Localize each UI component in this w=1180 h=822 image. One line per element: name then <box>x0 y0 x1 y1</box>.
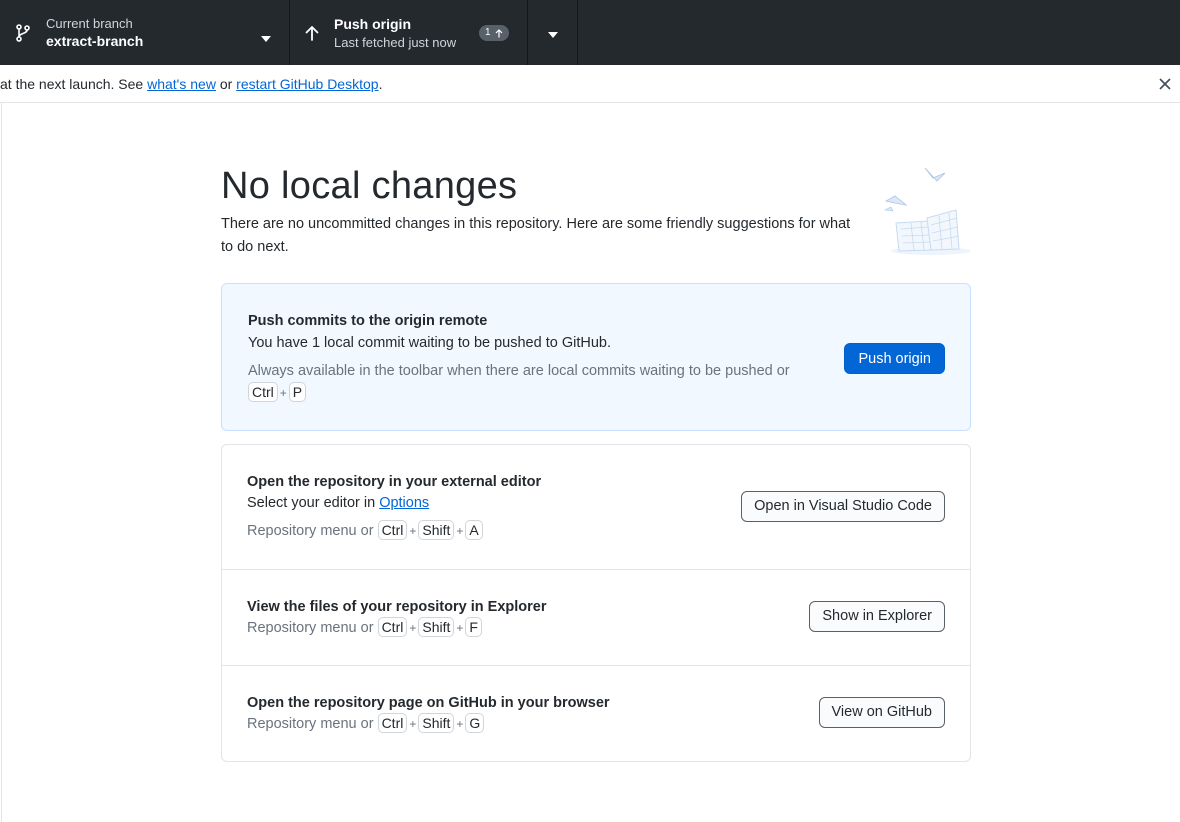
key-plus: + <box>456 524 464 538</box>
list-item: Open the repository in your external edi… <box>222 445 970 570</box>
open-in-editor-button[interactable]: Open in Visual Studio Code <box>741 491 945 522</box>
banner-prefix: at the next launch. See <box>0 75 148 92</box>
action-hint: Repository menu or Ctrl + Shift + A <box>247 520 541 542</box>
page-title: No local changes <box>221 165 518 207</box>
action-title: View the files of your repository in Exp… <box>247 599 547 615</box>
shortcut-key: Ctrl <box>377 713 408 733</box>
show-in-explorer-button[interactable]: Show in Explorer <box>809 601 945 632</box>
close-icon[interactable] <box>1156 75 1174 93</box>
update-banner: at the next launch. See what's new or re… <box>0 65 1180 103</box>
shortcut-key: Ctrl <box>248 382 278 402</box>
badge-count: 1 <box>485 27 491 38</box>
list-item: View the files of your repository in Exp… <box>222 570 970 666</box>
push-title: Push origin <box>334 15 411 32</box>
action-hint-text: Repository menu or <box>247 716 374 732</box>
key-plus: + <box>409 621 417 635</box>
intro-text: There are no uncommitted changes in this… <box>221 216 851 255</box>
key-plus: + <box>456 717 464 731</box>
shortcut-key: A <box>465 520 483 540</box>
action-hint-text: Repository menu or <box>247 620 374 636</box>
suggested-actions-list: Open the repository in your external edi… <box>221 444 971 762</box>
whats-new-link[interactable]: what's new <box>147 76 216 92</box>
shortcut-key: G <box>465 713 485 733</box>
restart-link[interactable]: restart GitHub Desktop <box>236 76 378 92</box>
action-hint: Repository menu or Ctrl + Shift + G <box>247 713 610 735</box>
options-link[interactable]: Options <box>379 495 429 511</box>
push-description: Last fetched just now <box>334 34 457 50</box>
key-plus: + <box>279 386 287 400</box>
list-item: Open the repository page on GitHub in yo… <box>222 666 970 761</box>
shortcut-key: Ctrl <box>377 520 408 540</box>
banner-suffix: . <box>378 75 383 92</box>
action-subtitle-text: Select your editor in <box>247 495 380 511</box>
toolbar: Current branch extract-branch Push origi… <box>0 0 1180 65</box>
shortcut-key: Shift <box>418 520 455 540</box>
arrow-up-icon <box>495 28 502 37</box>
key-plus: + <box>409 717 417 731</box>
sidebar-edge <box>0 103 2 822</box>
action-title: Open the repository page on GitHub in yo… <box>247 695 610 711</box>
action-hint: Repository menu or Ctrl + Shift + F <box>247 617 546 639</box>
push-origin-button[interactable]: Push origin Last fetched just now 1 <box>290 0 528 65</box>
banner-message: at the next launch. See what's new or re… <box>0 76 382 92</box>
shortcut-key: Shift <box>418 617 455 637</box>
shortcut-key: P <box>288 382 307 402</box>
key-plus: + <box>409 524 417 538</box>
action-title: Open the repository in your external edi… <box>247 474 542 490</box>
push-card-hint-text: Always available in the toolbar when the… <box>248 363 790 379</box>
push-suggestion-card: Push commits to the origin remote You ha… <box>221 283 971 431</box>
branch-name: extract-branch <box>46 32 144 49</box>
action-subtitle: Select your editor in Options <box>247 492 541 514</box>
shortcut-key: Shift <box>418 713 455 733</box>
arrow-up-icon <box>290 25 334 41</box>
caret-down-icon <box>547 25 558 41</box>
caret-down-icon <box>261 29 271 45</box>
ahead-count-badge: 1 <box>479 25 509 41</box>
push-card-subtitle: You have 1 local commit waiting to be pu… <box>248 335 611 351</box>
key-plus: + <box>456 621 464 635</box>
push-card-hint: Always available in the toolbar when the… <box>248 360 818 404</box>
shortcut-key: Ctrl <box>377 617 408 637</box>
push-dropdown-button[interactable] <box>528 0 578 65</box>
shortcut-key: F <box>465 617 482 637</box>
branch-description: Current branch <box>46 15 133 31</box>
push-card-title: Push commits to the origin remote <box>248 313 488 329</box>
git-branch-icon <box>0 23 46 42</box>
action-hint-text: Repository menu or <box>247 523 374 539</box>
empty-state-illustration <box>881 163 976 261</box>
push-origin-card-button[interactable]: Push origin <box>844 343 945 374</box>
current-branch-button[interactable]: Current branch extract-branch <box>0 0 290 65</box>
banner-middle: or <box>215 75 237 92</box>
view-on-github-button[interactable]: View on GitHub <box>818 697 945 728</box>
